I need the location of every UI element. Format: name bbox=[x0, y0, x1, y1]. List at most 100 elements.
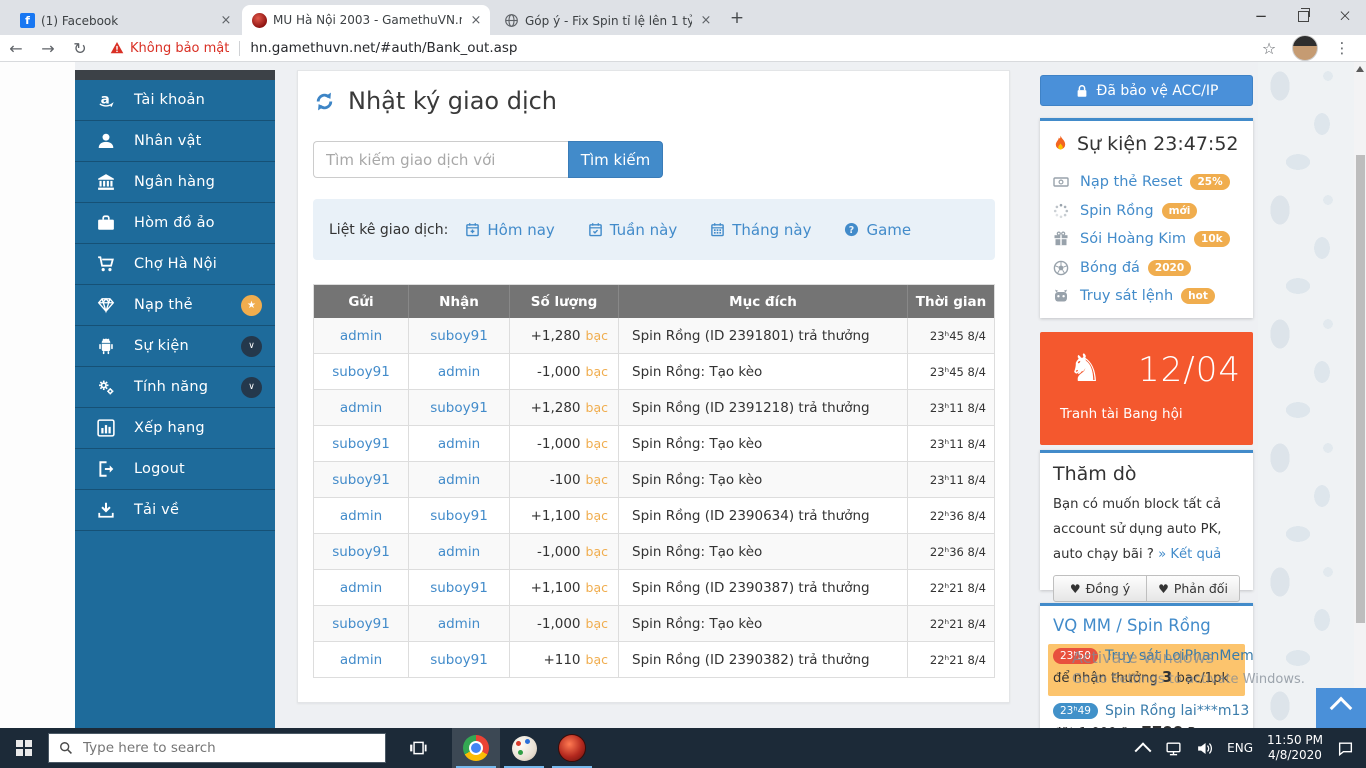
event-link[interactable]: Truy sát lệnh bbox=[1080, 288, 1173, 304]
window-controls bbox=[1240, 0, 1366, 31]
sender-link[interactable]: admin bbox=[340, 580, 382, 596]
tray-chevron-icon[interactable] bbox=[1135, 742, 1152, 759]
security-warning[interactable]: Không bảo mật bbox=[130, 41, 229, 56]
taskbar-search[interactable] bbox=[48, 733, 386, 763]
cart-icon bbox=[97, 255, 117, 273]
column-header: Số lượng bbox=[510, 285, 619, 318]
new-tab-button[interactable] bbox=[726, 7, 748, 29]
taskbar-search-input[interactable] bbox=[81, 739, 385, 757]
tab-close-icon[interactable] bbox=[218, 13, 234, 29]
tab-mu-active[interactable]: MU Hà Nội 2003 - GamethuVN.n bbox=[242, 5, 490, 35]
sender-link[interactable]: suboy91 bbox=[332, 364, 390, 380]
spin-feed-title-link[interactable]: VQ MM / Spin Rồng bbox=[1053, 616, 1211, 635]
sender-link[interactable]: admin bbox=[340, 328, 382, 344]
tab-strip: (1) Facebook MU Hà Nội 2003 - GamethuVN.… bbox=[0, 0, 1366, 35]
poll-agree-button[interactable]: Đồng ý bbox=[1053, 575, 1147, 602]
event-link[interactable]: Bóng đá bbox=[1080, 260, 1140, 276]
network-icon[interactable] bbox=[1165, 740, 1182, 757]
sidebar-item-cho-ha-noi[interactable]: Chợ Hà Nội bbox=[75, 244, 275, 285]
filter-tuan-nay[interactable]: Tuần này bbox=[588, 221, 677, 239]
receiver-link[interactable]: suboy91 bbox=[430, 652, 488, 668]
sender-link[interactable]: admin bbox=[340, 508, 382, 524]
receiver-link[interactable]: admin bbox=[438, 544, 480, 560]
avatar[interactable] bbox=[1292, 35, 1318, 61]
receiver-link[interactable]: suboy91 bbox=[430, 400, 488, 416]
receiver-link[interactable]: suboy91 bbox=[430, 328, 488, 344]
start-button[interactable] bbox=[0, 728, 48, 768]
omnibox[interactable]: Không bảo mật hn.gamethuvn.net/#auth/Ban… bbox=[110, 40, 1254, 56]
filter-game[interactable]: ? Game bbox=[844, 221, 911, 239]
browser-menu-icon[interactable] bbox=[1326, 39, 1358, 57]
sidebar-item-tai-ve[interactable]: Tải về bbox=[75, 490, 275, 531]
spin-feed-link[interactable]: Spin Rồng lai***m13 bbox=[1105, 703, 1249, 719]
spin-feed-link[interactable]: Truy sát LoiPhanMem bbox=[1105, 648, 1254, 664]
event-badge: mới bbox=[1162, 203, 1198, 219]
sidebar-item-ngan-hang[interactable]: Ngân hàng bbox=[75, 162, 275, 203]
restore-button[interactable] bbox=[1282, 0, 1324, 31]
receiver-link[interactable]: admin bbox=[438, 364, 480, 380]
poll-disagree-button[interactable]: Phản đối bbox=[1146, 575, 1240, 602]
url-text[interactable]: hn.gamethuvn.net/#auth/Bank_out.asp bbox=[250, 40, 517, 56]
amount-value: +1,100 bbox=[531, 580, 581, 596]
receiver-link[interactable]: admin bbox=[438, 436, 480, 452]
clock[interactable]: 11:50 PM 4/8/2020 bbox=[1267, 733, 1323, 763]
filter-hom-nay[interactable]: Hôm nay bbox=[465, 221, 554, 239]
sidebar-item-nhan-vat[interactable]: Nhân vật bbox=[75, 121, 275, 162]
event-link[interactable]: Sói Hoàng Kim bbox=[1080, 231, 1186, 247]
search-button[interactable]: Tìm kiếm bbox=[568, 141, 663, 178]
chrome-taskbar-icon[interactable] bbox=[452, 728, 500, 768]
sidebar-item-tinh-nang[interactable]: Tính năng ∨ bbox=[75, 367, 275, 408]
event-spin-rong: Spin Rồng mới bbox=[1053, 197, 1240, 226]
task-view-button[interactable] bbox=[398, 728, 438, 768]
sidebar-item-su-kien[interactable]: Sự kiện ∨ bbox=[75, 326, 275, 367]
sidebar-item-xep-hang[interactable]: Xếp hạng bbox=[75, 408, 275, 449]
receiver-link[interactable]: suboy91 bbox=[430, 580, 488, 596]
poll-result-link[interactable]: » Kết quả bbox=[1158, 547, 1221, 562]
sender-link[interactable]: admin bbox=[340, 652, 382, 668]
sender-link[interactable]: suboy91 bbox=[332, 544, 390, 560]
back-button[interactable] bbox=[0, 39, 32, 58]
forward-button[interactable] bbox=[32, 39, 64, 58]
minimize-button[interactable] bbox=[1240, 0, 1282, 31]
sender-link[interactable]: suboy91 bbox=[332, 436, 390, 452]
receiver-link[interactable]: admin bbox=[438, 472, 480, 488]
sidebar-item-nap-the[interactable]: Nạp thẻ ★ bbox=[75, 285, 275, 326]
receiver-link[interactable]: suboy91 bbox=[430, 508, 488, 524]
currency-unit: bạc bbox=[586, 436, 608, 451]
scrollbar-up-arrow[interactable] bbox=[1356, 66, 1364, 72]
table-body: admin suboy91 +1,280 bạc Spin Rồng (ID 2… bbox=[314, 318, 994, 677]
filter-thang-nay[interactable]: Tháng này bbox=[710, 221, 811, 239]
event-link[interactable]: Nạp thẻ Reset bbox=[1080, 174, 1182, 190]
scrollbar-thumb[interactable] bbox=[1356, 155, 1365, 623]
sidebar-item-hom-do-ao[interactable]: Hòm đồ ảo bbox=[75, 203, 275, 244]
event-link[interactable]: Spin Rồng bbox=[1080, 203, 1154, 219]
paint-taskbar-icon[interactable] bbox=[500, 728, 548, 768]
tab-close-icon[interactable] bbox=[468, 12, 484, 28]
tab-gop-y[interactable]: Góp ý - Fix Spin tỉ lệ lên 1 tỷ | Pag bbox=[494, 6, 720, 35]
amount-value: +1,280 bbox=[531, 400, 581, 416]
amount-cell: -1,000 bạc bbox=[510, 354, 619, 389]
chevron-badge-icon: ∨ bbox=[241, 336, 262, 357]
sender-link[interactable]: admin bbox=[340, 400, 382, 416]
mu-game-taskbar-icon[interactable] bbox=[548, 728, 596, 768]
vertical-scrollbar[interactable] bbox=[1354, 62, 1366, 728]
tab-close-icon[interactable] bbox=[698, 13, 714, 29]
sender-link[interactable]: suboy91 bbox=[332, 472, 390, 488]
refresh-icon[interactable] bbox=[314, 91, 335, 112]
language-indicator[interactable]: ENG bbox=[1227, 741, 1253, 755]
reload-button[interactable] bbox=[64, 39, 96, 58]
tab-facebook[interactable]: (1) Facebook bbox=[10, 6, 240, 35]
search-icon bbox=[59, 741, 73, 755]
search-input[interactable] bbox=[313, 141, 568, 178]
volume-icon[interactable] bbox=[1196, 740, 1213, 757]
sidebar-item-tai-khoan[interactable]: a Tài khoản bbox=[75, 80, 275, 121]
protect-acc-ip-button[interactable]: Đã bảo vệ ACC/IP bbox=[1040, 75, 1253, 106]
sidebar-item-logout[interactable]: Logout bbox=[75, 449, 275, 490]
scroll-to-top-button[interactable] bbox=[1316, 688, 1366, 728]
sender-link[interactable]: suboy91 bbox=[332, 616, 390, 632]
guild-tournament-banner[interactable]: 12/04 Tranh tài Bang hội bbox=[1040, 332, 1253, 445]
action-center-icon[interactable] bbox=[1337, 740, 1354, 757]
bookmark-star-icon[interactable] bbox=[1254, 39, 1284, 58]
receiver-link[interactable]: admin bbox=[438, 616, 480, 632]
close-button[interactable] bbox=[1324, 0, 1366, 31]
